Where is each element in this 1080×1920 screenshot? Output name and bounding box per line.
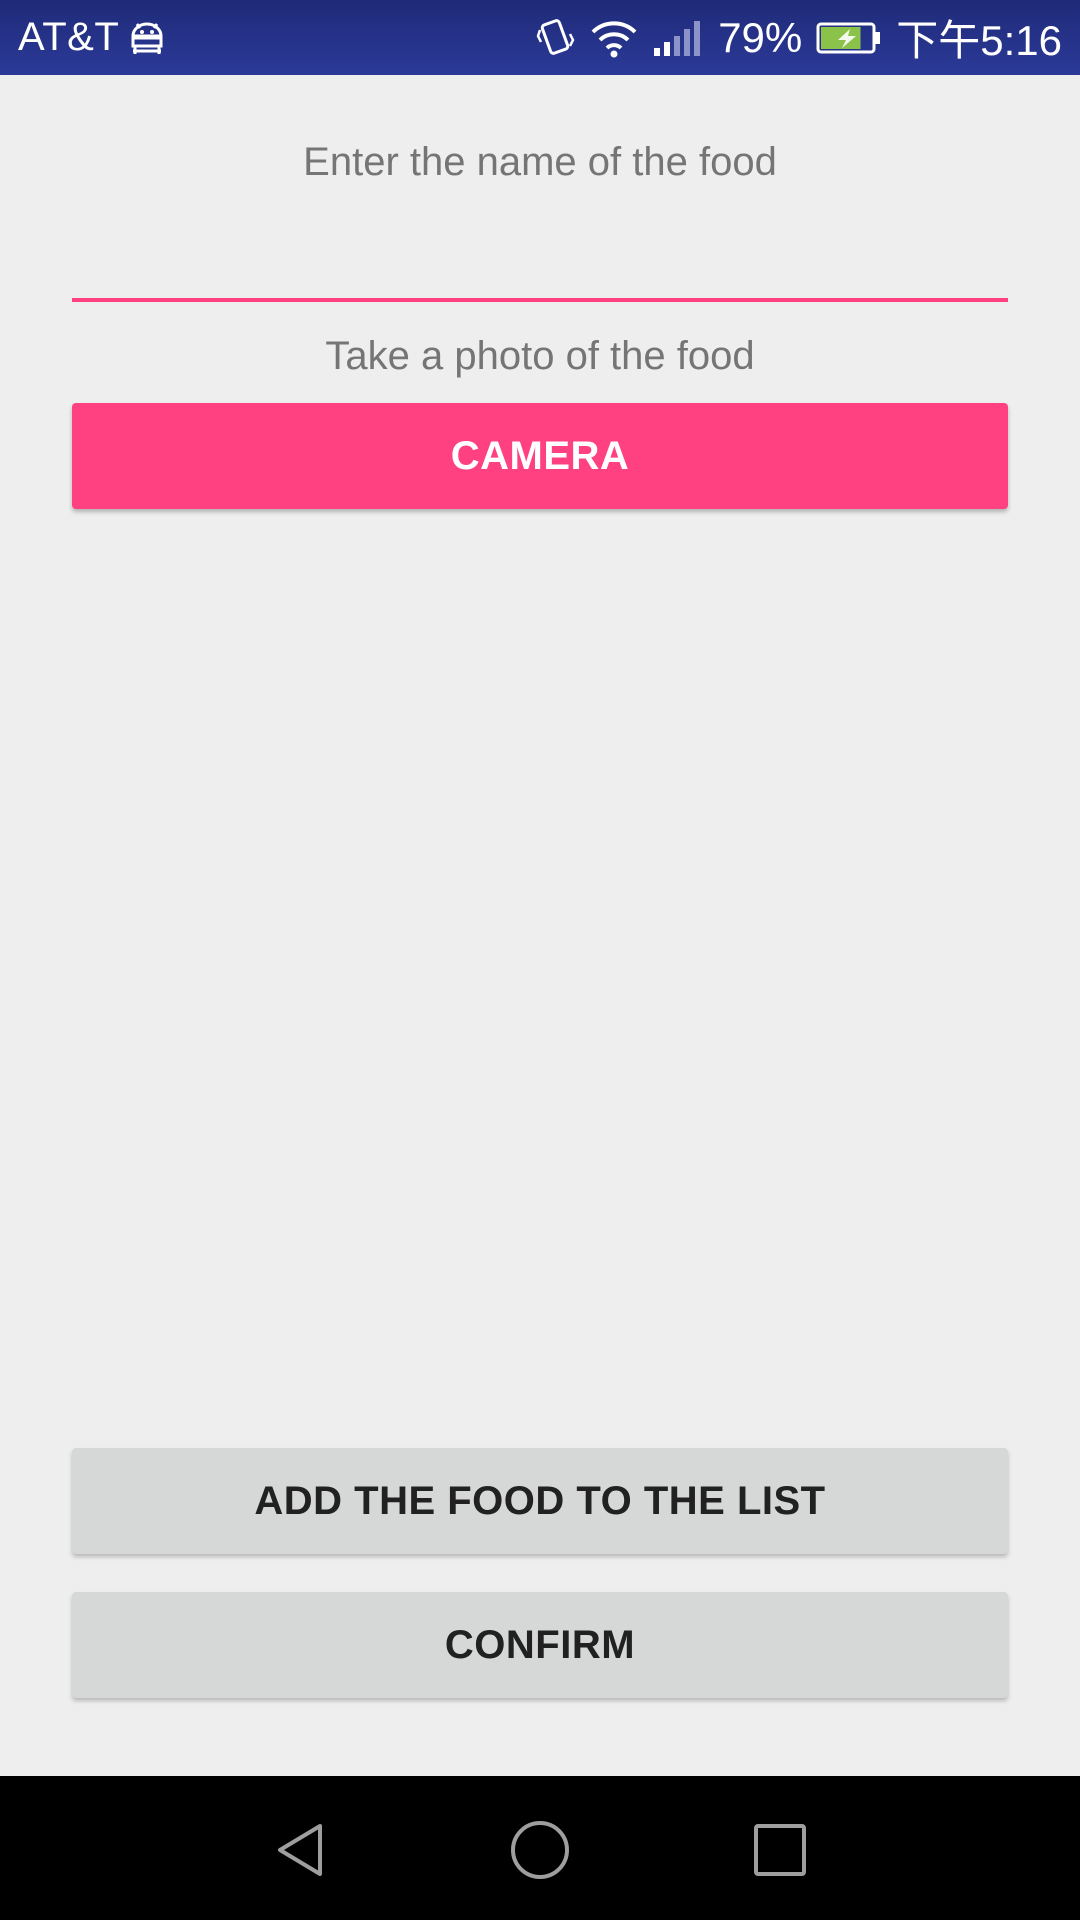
vibrate-icon <box>536 16 576 60</box>
battery-percent: 79% <box>718 13 803 61</box>
navigation-bar <box>0 1776 1080 1920</box>
status-bar-left: AT&T <box>18 15 536 60</box>
carrier-name: AT&T <box>18 15 120 59</box>
battery-charging-icon <box>816 21 882 55</box>
food-name-prompt: Enter the name of the food <box>303 140 777 184</box>
camera-button[interactable]: CAMERA <box>72 403 1008 509</box>
food-name-input[interactable] <box>72 236 1008 302</box>
status-bar: AT&T 79% 下午5:16 <box>0 0 1080 75</box>
clock: 下午5:16 <box>896 17 1062 64</box>
wifi-icon <box>590 18 638 58</box>
status-bar-right: 79% 下午5:16 <box>536 7 1062 68</box>
android-debug-icon <box>127 20 167 56</box>
photo-prompt: Take a photo of the food <box>325 334 755 378</box>
screen: AT&T 79% 下午5:16 Enter the name of the fo… <box>0 0 1080 1920</box>
recent-apps-icon[interactable] <box>748 1818 812 1882</box>
add-food-button[interactable]: ADD THE FOOD TO THE LIST <box>72 1448 1008 1554</box>
confirm-button[interactable]: CONFIRM <box>72 1592 1008 1698</box>
home-icon[interactable] <box>508 1818 572 1882</box>
back-icon[interactable] <box>270 1818 334 1882</box>
signal-icon <box>652 18 704 58</box>
